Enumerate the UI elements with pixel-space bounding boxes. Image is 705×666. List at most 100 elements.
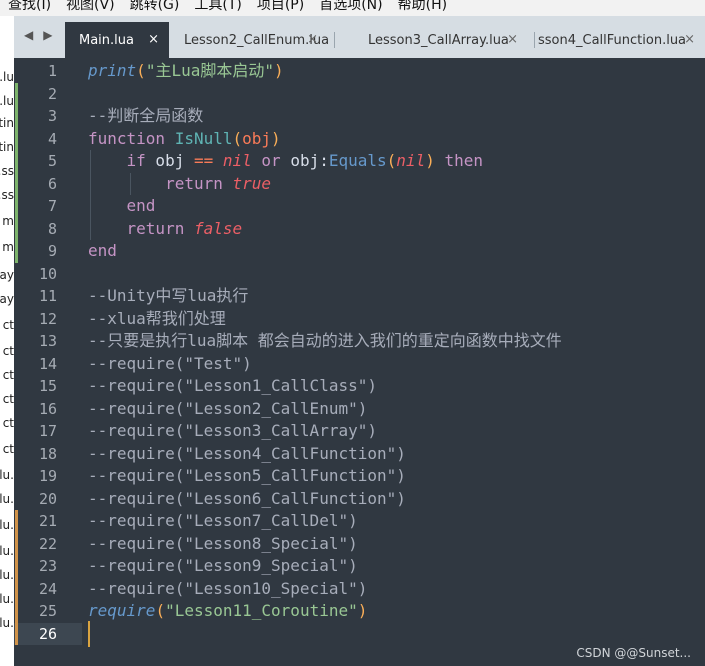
- code-line[interactable]: 19 --require("Lesson5_CallFunction"): [14, 465, 705, 488]
- sidebar-file-item[interactable]: tin: [0, 116, 14, 130]
- code-line[interactable]: 17 --require("Lesson3_CallArray"): [14, 420, 705, 443]
- sidebar-file-item[interactable]: al.lu: [0, 94, 14, 108]
- code-line[interactable]: 4 function IsNull(obj): [14, 127, 705, 150]
- sidebar-file-item[interactable]: ss.: [0, 164, 14, 178]
- code-line[interactable]: 21 --require("Lesson7_CallDel"): [14, 510, 705, 533]
- tab-separator: [534, 32, 535, 48]
- code-line[interactable]: 13 --只要是执行lua脚本 都会自动的进入我们的重定向函数中找文件: [14, 330, 705, 353]
- line-number: 12: [38, 309, 57, 328]
- code-line[interactable]: 22 --require("Lesson8_Special"): [14, 532, 705, 555]
- sidebar-file-item[interactable]: al.lu: [0, 70, 14, 84]
- code-token: "Lesson11_Coroutine": [165, 601, 358, 620]
- close-icon[interactable]: ×: [507, 32, 518, 47]
- code-text: --require("Lesson2_CallEnum"): [88, 398, 367, 421]
- tab-nav-arrows[interactable]: ◀ ▶: [24, 28, 62, 42]
- code-line[interactable]: 25 require("Lesson11_Coroutine"): [14, 600, 705, 623]
- sidebar-file-item[interactable]: .lu: [0, 492, 14, 506]
- menu-item[interactable]: 项目(P): [249, 0, 311, 15]
- tab-4[interactable]: sson4_CallFunction.lua ×: [536, 22, 705, 58]
- line-number: 26: [38, 624, 57, 643]
- code-text: --xlua帮我们处理: [88, 308, 226, 331]
- code-line[interactable]: 18 --require("Lesson4_CallFunction"): [14, 443, 705, 466]
- code-token: ==: [193, 151, 214, 170]
- code-line[interactable]: 9 end: [14, 240, 705, 263]
- code-token: --require("Lesson3_CallArray"): [88, 421, 377, 440]
- tab-prev-icon[interactable]: ◀: [24, 28, 33, 42]
- code-line[interactable]: 3 --判断全局函数: [14, 105, 705, 128]
- code-line[interactable]: 11 --Unity中写lua执行: [14, 285, 705, 308]
- line-number: 23: [38, 557, 57, 575]
- sidebar-file-item[interactable]: ay.: [0, 292, 14, 306]
- code-text: --require("Lesson5_CallFunction"): [88, 465, 406, 488]
- code-line[interactable]: 12 --xlua帮我们处理: [14, 308, 705, 331]
- menu-item[interactable]: 视图(V): [58, 0, 122, 15]
- tab-next-icon[interactable]: ▶: [43, 28, 52, 42]
- code-text: --Unity中写lua执行: [88, 285, 248, 308]
- sidebar-file-item[interactable]: ct: [0, 344, 14, 358]
- sidebar-file-item[interactable]: .lu: [0, 518, 14, 532]
- code-line[interactable]: 7 end: [14, 195, 705, 218]
- sidebar-file-item[interactable]: .lu: [0, 468, 14, 482]
- sidebar-file-item[interactable]: ss.: [0, 188, 14, 202]
- sidebar-file-item[interactable]: .lu: [0, 592, 14, 606]
- code-token: --require("Lesson8_Special"): [88, 533, 358, 553]
- sidebar-file-item[interactable]: m: [0, 240, 14, 254]
- code-text: return true: [88, 173, 271, 196]
- sidebar-file-item[interactable]: ct: [0, 442, 14, 456]
- code-token: then: [444, 151, 484, 170]
- code-line[interactable]: 26: [14, 620, 705, 647]
- sidebar-file-item[interactable]: .lu: [0, 568, 14, 582]
- code-line[interactable]: 2: [14, 82, 705, 105]
- menu-items: 查找(I) 视图(V) 跳转(G) 工具(T) 项目(P) 首选项(N) 帮助(H): [0, 0, 454, 15]
- code-text: --require("Lesson10_Special"): [88, 578, 367, 601]
- line-number: 4: [47, 129, 57, 148]
- line-number: 10: [38, 264, 57, 283]
- tab-1[interactable]: Main.lua ×: [65, 22, 169, 58]
- menu-item[interactable]: 工具(T): [186, 0, 248, 15]
- menu-item[interactable]: 首选项(N): [311, 0, 389, 15]
- sidebar-file-item[interactable]: ct: [0, 416, 14, 430]
- menu-item[interactable]: 帮助(H): [390, 0, 454, 15]
- sidebar-file-item[interactable]: ay.: [0, 268, 14, 282]
- sidebar-file-item[interactable]: .lu: [0, 544, 14, 558]
- file-sidebar[interactable]: al.lu al.lu tin tin ss. ss. mm ay. ay. ct ct ct ct ct…: [0, 16, 14, 666]
- code-text: print("主Lua脚本启动"): [88, 60, 284, 83]
- sidebar-file-item[interactable]: ct: [0, 392, 14, 406]
- close-icon[interactable]: ×: [684, 32, 695, 47]
- tab-separator: [334, 32, 335, 48]
- code-line[interactable]: 20 --require("Lesson6_CallFunction"): [14, 488, 705, 511]
- code-line[interactable]: 15 --require("Lesson1_CallClass"): [14, 375, 705, 398]
- close-icon[interactable]: ×: [148, 32, 159, 47]
- code-text: end: [88, 195, 156, 218]
- code-line[interactable]: 14 --require("Test"): [14, 353, 705, 376]
- sidebar-file-item[interactable]: ct: [0, 368, 14, 382]
- sidebar-file-item[interactable]: .lu: [0, 616, 14, 630]
- code-token: (: [136, 61, 146, 80]
- tab-2[interactable]: Lesson2_CallEnum.lua ×: [170, 22, 328, 58]
- close-icon[interactable]: ×: [307, 32, 318, 47]
- code-line[interactable]: 1 print("主Lua脚本启动"): [14, 60, 705, 83]
- line-number: 24: [38, 579, 57, 598]
- code-line[interactable]: 16 --require("Lesson2_CallEnum"): [14, 398, 705, 421]
- code-editor[interactable]: 1 print("主Lua脚本启动") 2 3 --判断全局函数 4 function Is…: [14, 58, 705, 666]
- sidebar-file-item[interactable]: m: [0, 214, 14, 228]
- code-line[interactable]: 8 return false: [14, 217, 705, 240]
- sidebar-file-item[interactable]: ct: [0, 318, 14, 332]
- code-line[interactable]: 24 --require("Lesson10_Special"): [14, 577, 705, 601]
- indent-guide: [90, 150, 91, 240]
- code-line[interactable]: 23 --require("Lesson9_Special"): [14, 555, 705, 578]
- code-token: --require("Lesson6_CallFunction"): [88, 488, 406, 508]
- sidebar-file-item[interactable]: tin: [0, 140, 14, 154]
- code-line[interactable]: 10: [14, 263, 705, 286]
- code-line[interactable]: 5 if obj == nil or obj:Equals(nil) then: [14, 150, 705, 173]
- menu-item[interactable]: 跳转(G): [122, 0, 187, 15]
- line-number: 17: [38, 422, 57, 440]
- code-token: --Unity中写lua执行: [88, 286, 249, 305]
- menu-item[interactable]: 查找(I): [0, 0, 58, 15]
- tab-3[interactable]: Lesson3_CallArray.lua ×: [354, 22, 528, 58]
- tab-label: Lesson3_CallArray.lua: [368, 32, 509, 48]
- code-line[interactable]: 6 return true: [14, 172, 705, 196]
- line-number: 18: [38, 444, 57, 463]
